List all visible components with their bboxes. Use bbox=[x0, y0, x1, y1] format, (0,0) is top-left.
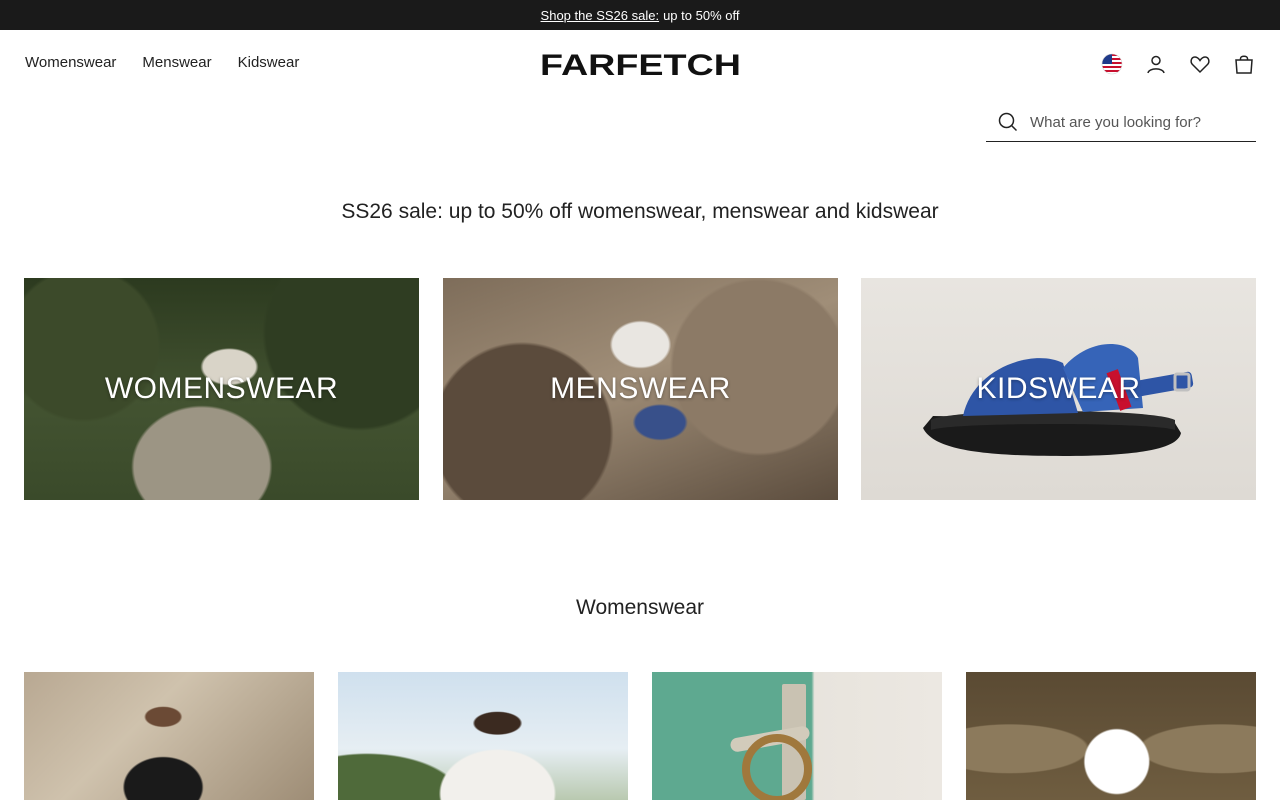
category-label-kidswear: KIDSWEAR bbox=[976, 372, 1141, 405]
search-input[interactable] bbox=[1030, 113, 1240, 131]
category-tile-womenswear[interactable]: WOMENSWEAR bbox=[24, 278, 419, 500]
woven-bag-strap bbox=[742, 734, 812, 800]
product-card-image[interactable] bbox=[338, 672, 628, 800]
promo-bar: Shop the SS26 sale: up to 50% off bbox=[0, 0, 1280, 30]
nav-link-kidswear[interactable]: Kidswear bbox=[238, 52, 300, 74]
nav-link-womenswear[interactable]: Womenswear bbox=[25, 52, 116, 74]
search-bar bbox=[986, 103, 1256, 142]
main-nav: Womenswear Menswear Kidswear bbox=[25, 52, 299, 74]
category-label-womenswear: WOMENSWEAR bbox=[104, 372, 339, 405]
product-card-image[interactable] bbox=[24, 672, 314, 800]
bag-icon[interactable] bbox=[1232, 52, 1256, 76]
category-tile-kidswear[interactable]: KIDSWEAR bbox=[861, 278, 1256, 500]
search-icon[interactable] bbox=[998, 112, 1018, 132]
category-label-menswear: MENSWEAR bbox=[550, 372, 731, 405]
account-icon[interactable] bbox=[1144, 52, 1168, 76]
wishlist-heart-icon[interactable] bbox=[1188, 52, 1212, 76]
product-card-image[interactable] bbox=[966, 672, 1256, 800]
logo-text: FARFETCH bbox=[540, 50, 741, 78]
promo-text: up to 50% off bbox=[663, 7, 740, 23]
section-title-womenswear: Womenswear bbox=[576, 596, 704, 619]
product-card-image[interactable] bbox=[652, 672, 942, 800]
promo-sale-link[interactable]: Shop the SS26 sale: bbox=[541, 8, 660, 23]
category-tile-menswear[interactable]: MENSWEAR bbox=[443, 278, 838, 500]
farfetch-logo[interactable]: FARFETCH bbox=[539, 50, 742, 78]
us-flag-icon[interactable] bbox=[1100, 52, 1124, 76]
nav-link-menswear[interactable]: Menswear bbox=[142, 52, 211, 74]
header-icons bbox=[1100, 52, 1256, 76]
sale-headline: SS26 sale: up to 50% off womenswear, men… bbox=[341, 200, 939, 223]
